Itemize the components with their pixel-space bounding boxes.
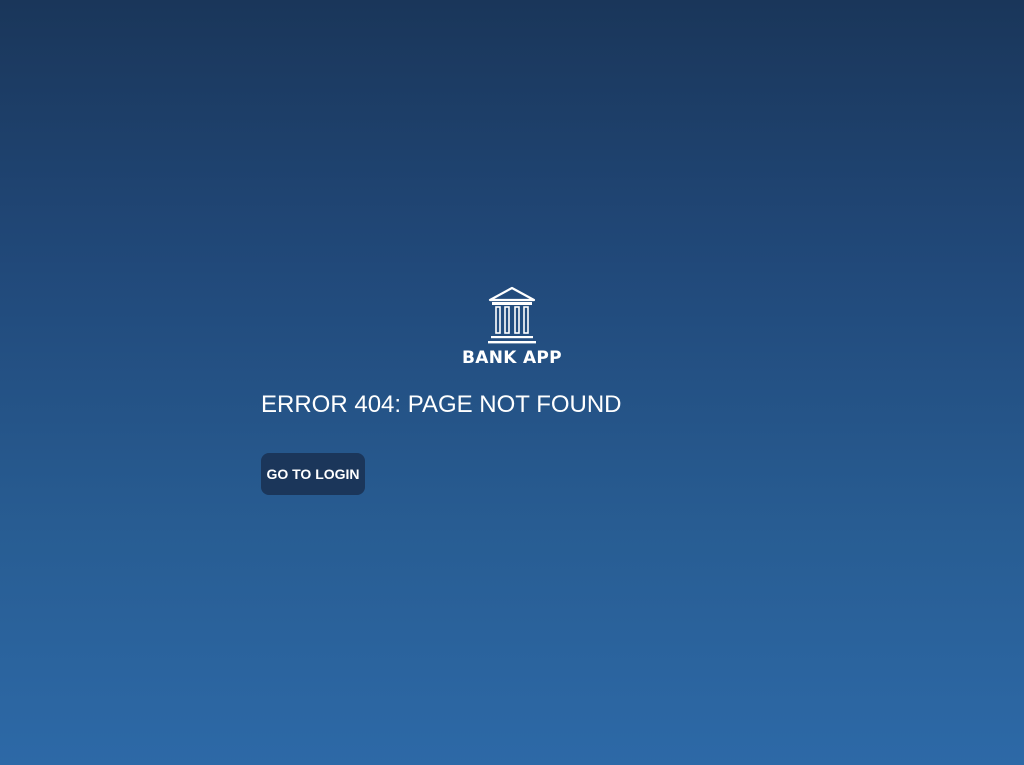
bank-app-logo: BANK APP [0, 286, 1024, 368]
bank-building-icon [488, 286, 536, 344]
error-title: ERROR 404: PAGE NOT FOUND [261, 391, 622, 418]
go-to-login-button[interactable]: GO TO LOGIN [261, 453, 365, 495]
brand-name: BANK APP [462, 348, 562, 368]
